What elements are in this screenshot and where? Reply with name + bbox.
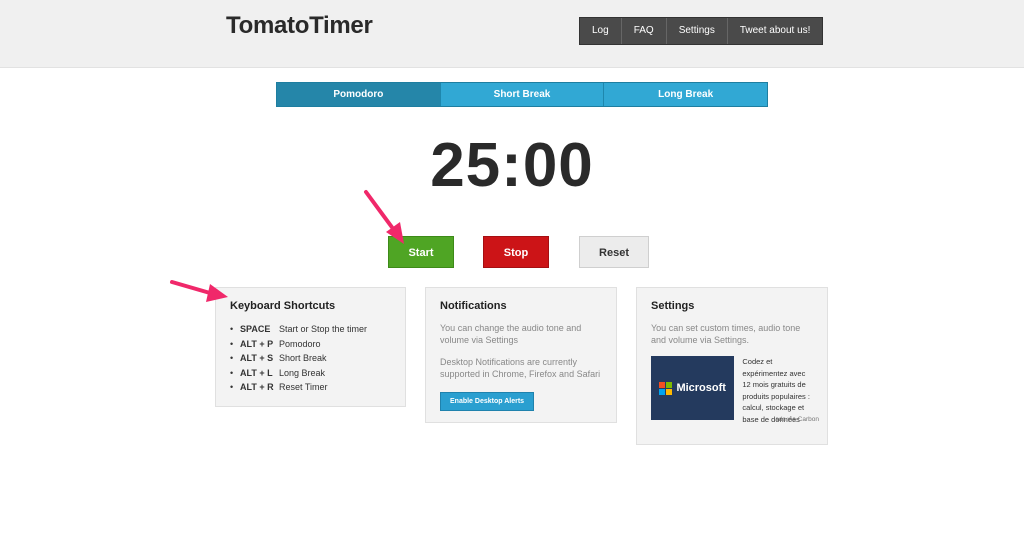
shortcut-key: ALT + S xyxy=(240,353,274,363)
notifications-text-support: Desktop Notifications are currently supp… xyxy=(440,357,601,379)
shortcut-action: Start or Stop the timer xyxy=(279,324,368,334)
notifications-title: Notifications xyxy=(440,300,507,312)
logo[interactable]: TomatoTimer xyxy=(226,12,373,40)
keyboard-shortcuts-title: Keyboard Shortcuts xyxy=(230,300,336,312)
shortcut-action: Reset Timer xyxy=(279,382,328,392)
stop-button[interactable]: Stop xyxy=(483,236,549,268)
header: TomatoTimer Log FAQ Settings Tweet about… xyxy=(0,0,1024,68)
shortcut-key: ALT + P xyxy=(240,338,274,349)
settings-card: Settings You can set custom times, audio… xyxy=(636,287,828,445)
shortcut-list: • SPACE Start or Stop the timer • ALT + P Po… xyxy=(230,322,391,395)
shortcut-action: Long Break xyxy=(279,367,326,378)
list-item: • ALT + L Long Break xyxy=(230,366,391,381)
ad-credit[interactable]: ads via Carbon xyxy=(775,414,819,426)
list-item: • SPACE Start or Stop the timer xyxy=(230,322,391,337)
annotation-arrow-start-icon xyxy=(364,190,404,244)
shortcut-action: Short Break xyxy=(279,353,327,363)
shortcut-key: SPACE xyxy=(240,324,271,334)
settings-text: You can set custom times, audio tone and… xyxy=(651,323,801,345)
list-item: • ALT + P Pomodoro xyxy=(230,337,391,352)
enable-desktop-alerts-button[interactable]: Enable Desktop Alerts xyxy=(440,392,535,411)
shortcut-key: ALT + R xyxy=(240,382,274,392)
tab-pomodoro[interactable]: Pomodoro xyxy=(277,83,441,106)
list-item: • ALT + S Short Break xyxy=(230,351,391,366)
annotation-arrow-shortcuts-icon xyxy=(170,280,228,302)
nav-tweet[interactable]: Tweet about us! xyxy=(728,18,823,44)
reset-button[interactable]: Reset xyxy=(579,236,649,268)
carbon-ad[interactable]: Microsoft Codez et expérimentez avec 12 … xyxy=(651,356,819,425)
tab-long-break[interactable]: Long Break xyxy=(604,83,768,106)
nav-settings[interactable]: Settings xyxy=(667,18,728,44)
settings-title: Settings xyxy=(651,300,695,312)
shortcut-key: ALT + L xyxy=(240,367,273,378)
notifications-text-audio: You can change the audio tone and volume… xyxy=(440,323,582,345)
microsoft-logo-icon xyxy=(659,381,673,395)
notifications-card: Notifications You can change the audio t… xyxy=(425,287,617,423)
microsoft-ad-image[interactable]: Microsoft xyxy=(651,356,735,420)
top-nav: Log FAQ Settings Tweet about us! xyxy=(579,17,824,45)
keyboard-shortcuts-card: Keyboard Shortcuts • SPACE Start or Stop t… xyxy=(215,287,406,407)
nav-faq[interactable]: FAQ xyxy=(622,18,667,44)
shortcut-action: Pomodoro xyxy=(279,338,321,349)
mode-tabs: Pomodoro Short Break Long Break xyxy=(276,82,768,107)
microsoft-brand-text: Microsoft xyxy=(676,382,726,394)
timer-display: 25:00 xyxy=(430,131,594,200)
nav-log[interactable]: Log xyxy=(580,18,622,44)
tab-short-break[interactable]: Short Break xyxy=(440,83,605,106)
list-item: • ALT + R Reset Timer xyxy=(230,380,391,395)
ad-text[interactable]: Codez et expérimentez avec 12 mois gratu… xyxy=(742,356,819,425)
